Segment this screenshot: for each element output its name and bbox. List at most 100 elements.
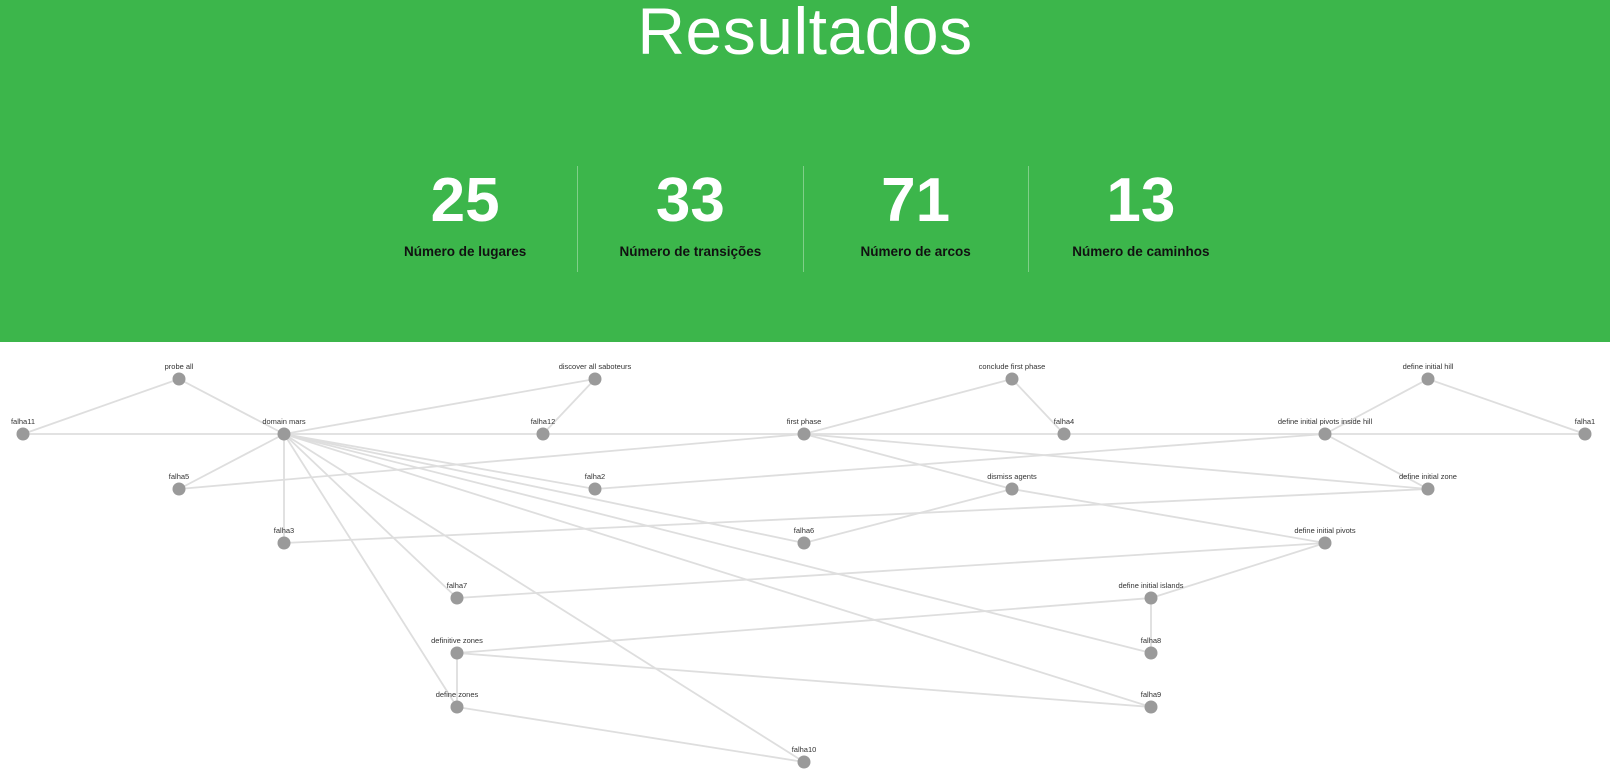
node-label: falha1 [1575, 417, 1595, 426]
graph-edge [283, 433, 596, 490]
graph-node-falha4[interactable]: falha4 [1054, 417, 1074, 441]
node-label: falha7 [447, 581, 467, 590]
node-circle[interactable] [536, 427, 550, 441]
node-circle[interactable] [1005, 482, 1019, 496]
graph-node-falha6[interactable]: falha6 [794, 526, 814, 550]
node-label: falha5 [169, 472, 189, 481]
node-circle[interactable] [1057, 427, 1071, 441]
node-circle[interactable] [450, 591, 464, 605]
node-circle[interactable] [797, 427, 811, 441]
node-label: falha4 [1054, 417, 1074, 426]
graph-edge [456, 597, 1152, 654]
graph-edge [803, 433, 1429, 490]
node-label: domain mars [262, 417, 306, 426]
graph-node-discover-all-saboteurs[interactable]: discover all saboteurs [559, 362, 632, 386]
node-label: define initial islands [1118, 581, 1183, 590]
node-label: falha11 [11, 417, 35, 426]
node-circle[interactable] [1144, 700, 1158, 714]
graph-edge [22, 378, 180, 435]
graph-edge [1011, 488, 1326, 544]
stat-value: 13 [1106, 166, 1176, 235]
node-circle[interactable] [588, 482, 602, 496]
stat-transitions: 33 Número de transições [577, 166, 802, 272]
node-circle[interactable] [1318, 427, 1332, 441]
stat-arcs: 71 Número de arcos [802, 166, 1028, 272]
graph-node-falha5[interactable]: falha5 [169, 472, 189, 496]
node-circle[interactable] [16, 427, 30, 441]
graph-edge [456, 652, 1152, 708]
node-circle[interactable] [1005, 372, 1019, 386]
stat-value: 71 [881, 166, 951, 235]
node-circle[interactable] [172, 372, 186, 386]
node-label: dismiss agents [987, 472, 1037, 481]
node-label: falha10 [792, 745, 817, 754]
node-label: falha3 [274, 526, 294, 535]
stat-value: 25 [430, 166, 500, 235]
graph-edge [283, 433, 805, 544]
graph-node-falha2[interactable]: falha2 [585, 472, 605, 496]
graph-node-define-initial-pivots[interactable]: define initial pivots [1294, 526, 1356, 550]
graph-node-falha7[interactable]: falha7 [447, 581, 467, 605]
graph-edge [803, 488, 1013, 544]
page-title: Resultados [637, 0, 973, 68]
graph-node-definitive-zones[interactable]: definitive zones [431, 636, 483, 660]
graph-edge [803, 433, 1013, 490]
node-circle[interactable] [450, 646, 464, 660]
node-circle[interactable] [1421, 372, 1435, 386]
graph-node-define-initial-hill[interactable]: define initial hill [1403, 362, 1454, 386]
graph-edge [283, 488, 1429, 544]
graph-edge [283, 433, 805, 763]
node-circle[interactable] [1578, 427, 1592, 441]
node-circle[interactable] [277, 536, 291, 550]
stat-places: 25 Número de lugares [353, 166, 577, 272]
graph-node-define-initial-islands[interactable]: define initial islands [1118, 581, 1184, 605]
node-label: falha12 [531, 417, 556, 426]
node-label: first phase [787, 417, 822, 426]
node-label: conclude first phase [979, 362, 1046, 371]
graph-edge [456, 542, 1326, 599]
graph-edge [283, 433, 458, 599]
node-label: define zones [436, 690, 479, 699]
node-circle[interactable] [1144, 646, 1158, 660]
graph-node-falha11[interactable]: falha11 [11, 417, 35, 441]
graph-node-falha8[interactable]: falha8 [1141, 636, 1161, 660]
graph-node-falha3[interactable]: falha3 [274, 526, 294, 550]
node-circle[interactable] [172, 482, 186, 496]
node-label: define initial pivots [1294, 526, 1356, 535]
graph-node-define-initial-zone[interactable]: define initial zone [1399, 472, 1457, 496]
node-label: define initial zone [1399, 472, 1457, 481]
stat-value: 33 [655, 166, 725, 235]
node-label: falha8 [1141, 636, 1161, 645]
stats-row: 25 Número de lugares 33 Número de transi… [353, 166, 1253, 272]
node-circle[interactable] [277, 427, 291, 441]
node-circle[interactable] [1318, 536, 1332, 550]
node-label: discover all saboteurs [559, 362, 632, 371]
graph-edge [283, 433, 458, 708]
node-label: falha6 [794, 526, 814, 535]
stat-paths: 13 Número de caminhos [1027, 166, 1253, 272]
graph-node-falha12[interactable]: falha12 [531, 417, 556, 441]
stat-label: Número de transições [619, 244, 762, 259]
node-label: define initial pivots inside hill [1278, 417, 1373, 426]
node-circle[interactable] [797, 536, 811, 550]
node-label: define initial hill [1403, 362, 1454, 371]
node-circle[interactable] [450, 700, 464, 714]
graph-node-falha1[interactable]: falha1 [1575, 417, 1595, 441]
node-circle[interactable] [1421, 482, 1435, 496]
graph-edge [1427, 378, 1586, 435]
node-circle[interactable] [588, 372, 602, 386]
graph-canvas[interactable]: probe all discover all saboteurs conclude … [0, 342, 1610, 779]
node-label: definitive zones [431, 636, 483, 645]
graph-edge [283, 433, 1152, 654]
node-circle[interactable] [1144, 591, 1158, 605]
node-label: falha2 [585, 472, 605, 481]
process-graph[interactable]: probe all discover all saboteurs conclude … [0, 342, 1610, 779]
node-circle[interactable] [797, 755, 811, 769]
node-label: probe all [165, 362, 194, 371]
graph-node-falha9[interactable]: falha9 [1141, 690, 1161, 714]
results-banner: Resultados 25 Número de lugares 33 Númer… [0, 0, 1610, 342]
stat-label: Número de caminhos [1072, 244, 1210, 259]
graph-node-conclude-first-phase[interactable]: conclude first phase [979, 362, 1046, 386]
graph-edge [803, 378, 1013, 435]
node-label: falha9 [1141, 690, 1161, 699]
